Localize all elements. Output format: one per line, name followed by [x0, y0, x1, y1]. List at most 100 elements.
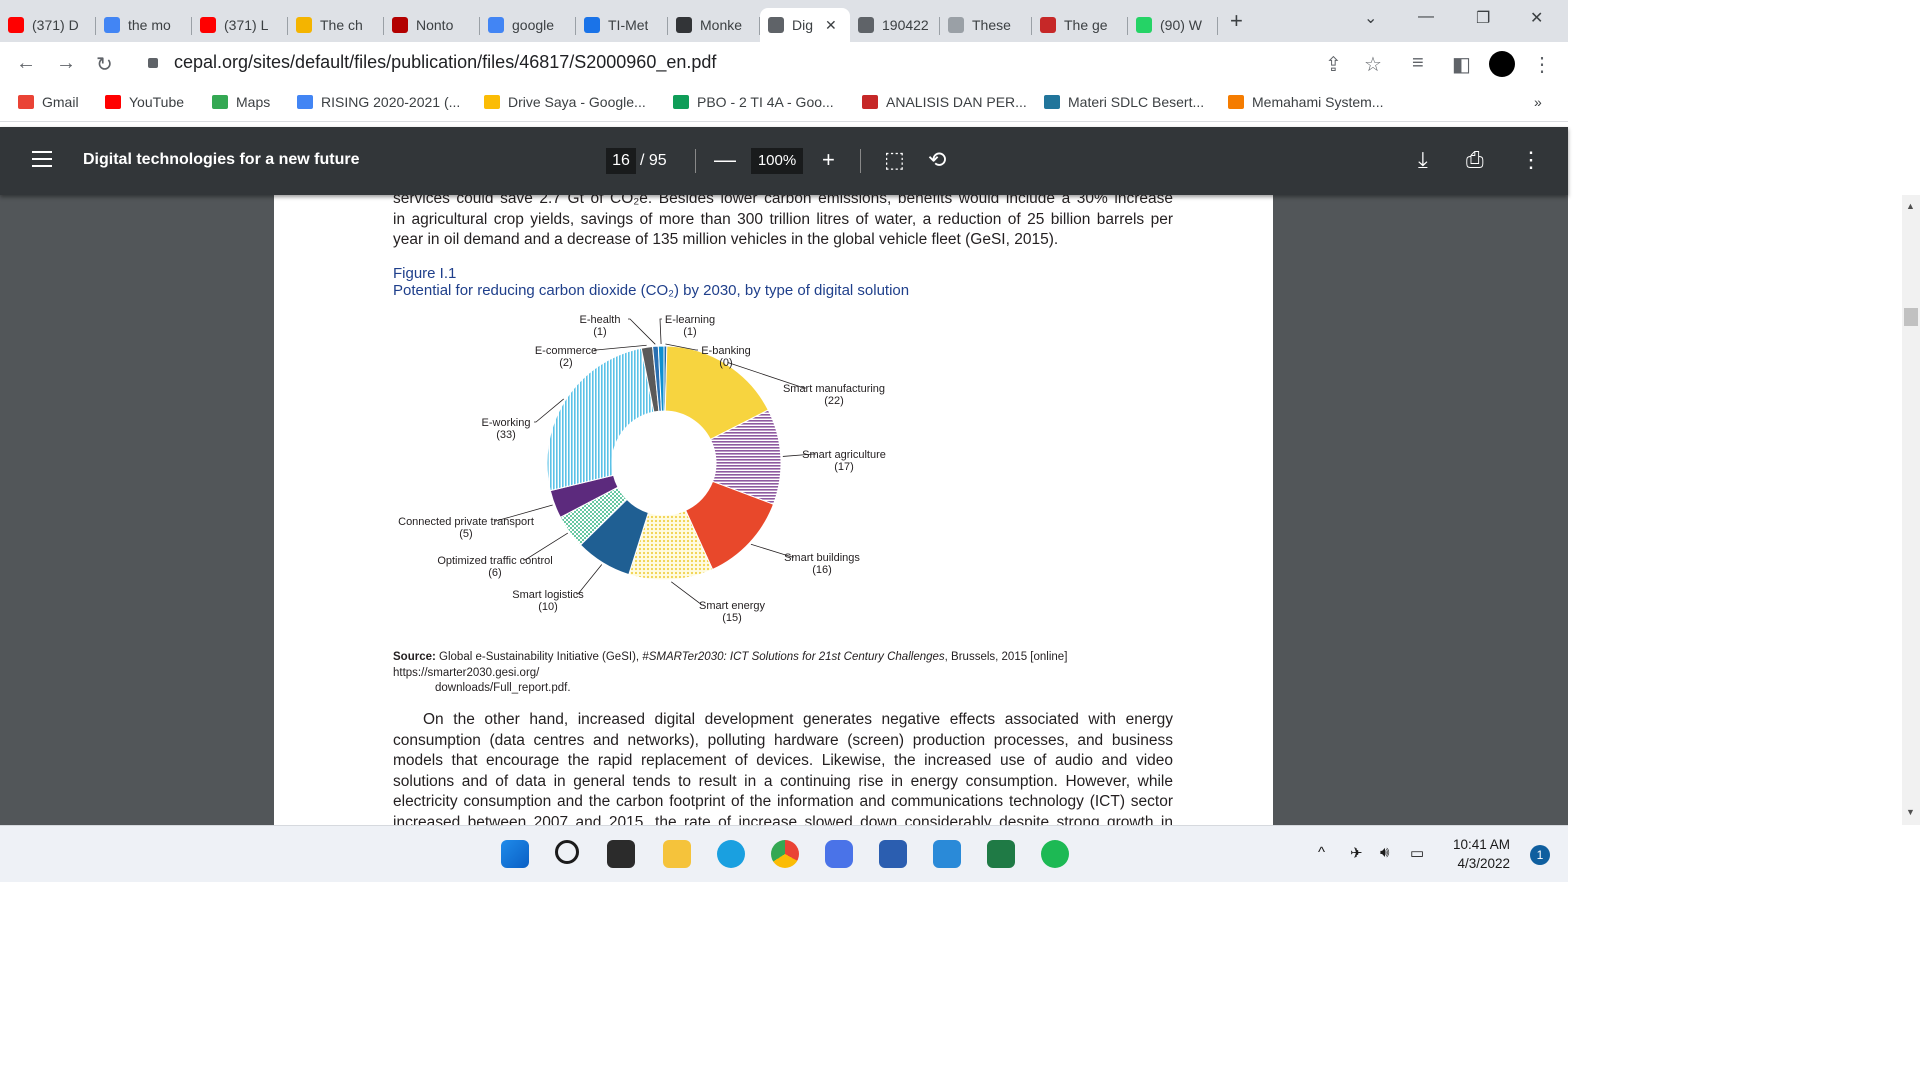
menu-icon[interactable]: ⋮: [1532, 52, 1552, 77]
browser-tab[interactable]: The ch: [288, 8, 384, 42]
excel-icon[interactable]: [987, 840, 1015, 868]
file-explorer-icon[interactable]: [663, 840, 691, 868]
back-icon[interactable]: ←: [16, 52, 36, 75]
restore-icon[interactable]: ❐: [1476, 8, 1490, 28]
bookmark-favicon-icon: [1228, 95, 1244, 109]
browser-tab[interactable]: google: [480, 8, 576, 42]
rotate-icon[interactable]: ⟲: [928, 147, 946, 173]
tab-title: The ge: [1064, 17, 1108, 33]
page-number-input[interactable]: 16: [606, 148, 636, 174]
browser-tab[interactable]: (371) D: [0, 8, 96, 42]
paragraph-2: On the other hand, increased digital dev…: [393, 710, 1173, 825]
slice-label: Smart agriculture: [802, 449, 886, 461]
slice-label: E-banking: [701, 345, 751, 357]
bookmark-item[interactable]: Gmail: [18, 94, 79, 110]
clock[interactable]: 10:41 AM 4/3/2022: [1453, 835, 1510, 873]
google-icon: [488, 17, 504, 33]
bookmark-item[interactable]: Materi SDLC Besert...: [1044, 94, 1204, 110]
bookmark-label: Materi SDLC Besert...: [1068, 94, 1205, 110]
bookmark-favicon-icon: [673, 95, 689, 109]
search-icon[interactable]: [555, 840, 579, 864]
bookmark-item[interactable]: Drive Saya - Google...: [484, 94, 646, 110]
browser-tab[interactable]: Dig ✕: [760, 8, 850, 42]
scroll-down-icon[interactable]: ▼: [1906, 807, 1915, 817]
bookmark-item[interactable]: Memahami System...: [1228, 94, 1383, 110]
more-options-icon[interactable]: ⋮: [1520, 147, 1542, 173]
bookmark-item[interactable]: PBO - 2 TI 4A - Goo...: [673, 94, 834, 110]
new-tab-icon[interactable]: +: [1230, 8, 1243, 34]
reload-icon[interactable]: ↻: [96, 52, 113, 77]
task-view-icon[interactable]: [607, 840, 635, 868]
scroll-up-icon[interactable]: ▲: [1906, 201, 1915, 211]
browser-tab[interactable]: TI-Met: [576, 8, 668, 42]
print-icon[interactable]: ⎙: [1466, 147, 1484, 173]
forward-icon[interactable]: →: [56, 52, 76, 75]
word-icon[interactable]: [879, 840, 907, 868]
minimize-icon[interactable]: —: [1418, 8, 1434, 26]
battery-icon[interactable]: ▭: [1410, 844, 1424, 862]
zoom-in-icon[interactable]: +: [822, 147, 835, 173]
edge-icon[interactable]: [717, 840, 745, 868]
bookmark-item[interactable]: Maps: [212, 94, 270, 110]
fit-page-icon[interactable]: ⬚: [884, 147, 905, 173]
notification-badge[interactable]: 1: [1530, 845, 1550, 865]
donut-chart: E-banking(0)Smart manufacturing(22)Smart…: [398, 314, 886, 624]
browser-tab[interactable]: Nonto: [384, 8, 480, 42]
share-icon[interactable]: ⇪: [1325, 52, 1342, 77]
browser-tab[interactable]: (90) W: [1128, 8, 1218, 42]
browser-tab[interactable]: the mo: [96, 8, 192, 42]
spotify-icon[interactable]: [1041, 840, 1069, 868]
tab-search-icon[interactable]: ⌄: [1364, 8, 1377, 28]
toolbar-divider: [860, 149, 861, 173]
browser-tab[interactable]: Monke: [668, 8, 760, 42]
bookmarks-more-icon[interactable]: »: [1534, 94, 1542, 110]
address-toolbar: ← → ↻ cepal.org/sites/default/files/publ…: [0, 42, 1568, 86]
bookmark-favicon-icon: [862, 95, 878, 109]
bookmark-item[interactable]: YouTube: [105, 94, 184, 110]
figure-source: Source: Global e-Sustainability Initiati…: [393, 650, 1183, 697]
globe-icon: [768, 17, 784, 33]
profile-avatar[interactable]: [1489, 51, 1515, 77]
windows-start-icon[interactable]: [501, 840, 529, 868]
tab-strip: (371) D the mo (371) L The ch Nonto google TI-…: [0, 0, 1568, 42]
sidebar-menu-icon[interactable]: [32, 151, 52, 167]
reading-list-icon[interactable]: ≡: [1412, 52, 1424, 75]
pdf-viewer[interactable]: services could save 2.7 Gt of CO₂e. Besi…: [0, 195, 1568, 825]
tab-title: (371) L: [224, 17, 269, 33]
url-field[interactable]: cepal.org/sites/default/files/publicatio…: [174, 52, 716, 73]
browser-tab[interactable]: These: [940, 8, 1032, 42]
youtube-icon: [8, 17, 24, 33]
tray-chevron-icon[interactable]: ^: [1318, 844, 1325, 861]
tab-title: The ch: [320, 17, 363, 33]
bookmark-item[interactable]: ANALISIS DAN PER...: [862, 94, 1027, 110]
scroll-thumb[interactable]: [1904, 308, 1918, 326]
vscode-icon[interactable]: [933, 840, 961, 868]
lock-icon[interactable]: [148, 58, 158, 68]
bookmark-item[interactable]: RISING 2020-2021 (...: [297, 94, 460, 110]
browser-tab[interactable]: 190422: [850, 8, 940, 42]
close-window-icon[interactable]: ✕: [1530, 8, 1543, 28]
close-tab-icon[interactable]: ✕: [825, 17, 837, 34]
volume-icon[interactable]: 🔊︎: [1380, 844, 1389, 861]
zoom-icon[interactable]: [825, 840, 853, 868]
zoom-out-icon[interactable]: —: [714, 147, 736, 173]
chrome-icon[interactable]: [771, 840, 799, 868]
bookmark-star-icon[interactable]: ☆: [1364, 52, 1382, 77]
bookmark-favicon-icon: [212, 95, 228, 109]
text-line: consumption (data centres and networks),…: [393, 731, 1173, 749]
whatsapp-icon: [1136, 17, 1152, 33]
pdf-toolbar: Digital technologies for a new future 16…: [0, 127, 1568, 195]
slice-label: E-commerce: [535, 345, 597, 357]
browser-tab[interactable]: The ge: [1032, 8, 1128, 42]
download-icon[interactable]: ⤓: [1418, 147, 1428, 173]
tab-title: TI-Met: [608, 17, 649, 33]
pdf-page: services could save 2.7 Gt of CO₂e. Besi…: [274, 195, 1273, 825]
browser-tab[interactable]: (371) L: [192, 8, 288, 42]
scrollbar[interactable]: ▲ ▼: [1902, 195, 1920, 825]
network-icon[interactable]: ✈: [1350, 844, 1363, 862]
zoom-input[interactable]: 100%: [751, 148, 803, 174]
classroom-icon: [584, 17, 600, 33]
side-panel-icon[interactable]: ◧: [1452, 52, 1471, 77]
bookmark-label: ANALISIS DAN PER...: [886, 94, 1027, 110]
slice-value: (1): [593, 326, 606, 338]
